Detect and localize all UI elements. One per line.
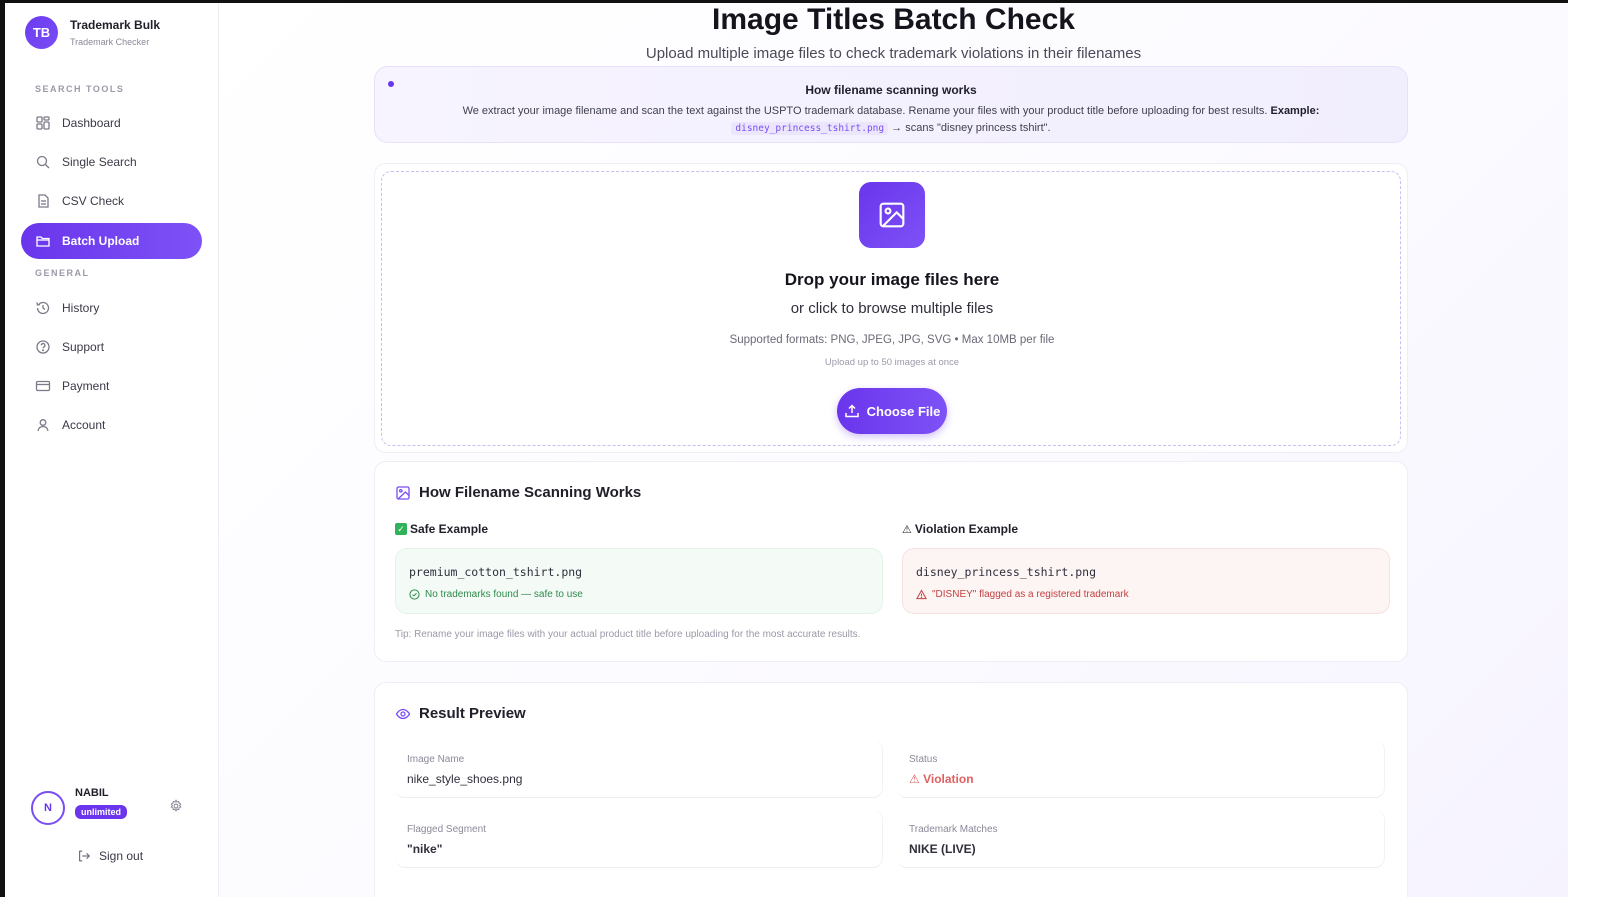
trademark-matches-label: Trademark Matches [909,824,998,835]
folder-icon [36,236,50,247]
trademark-matches-value: NIKE (LIVE) [909,842,976,856]
sidebar-item-label: Batch Upload [62,234,140,248]
avatar: N [31,791,65,825]
check-circle-icon [409,589,420,600]
dropzone-card: Drop your image files here or click to b… [374,163,1408,453]
sidebar-item-label: CSV Check [62,194,125,208]
info-title: How filename scanning works [805,83,977,97]
info-description: We extract your image filename and scan … [462,105,1268,117]
choose-file-label: Choose File [866,403,941,419]
check-box-icon: ✓ [395,523,407,535]
history-icon [36,301,50,315]
violation-example-box: disney_princess_tshirt.png "DISNEY" flag… [902,548,1390,614]
eye-icon [395,708,411,719]
how-it-works-header: How Filename Scanning Works [395,484,641,501]
sidebar-item-account[interactable]: Account [21,407,202,443]
sidebar-item-label: History [62,301,100,315]
info-text: We extract your image filename and scan … [375,103,1407,137]
image-name-label: Image Name [407,754,465,765]
main-content: Image Titles Batch Check Upload multiple… [219,3,1568,897]
sidebar-item-label: Dashboard [62,116,121,130]
result-preview-card: Result Preview Image Name nike_style_sho… [374,682,1408,897]
sidebar-item-dashboard[interactable]: Dashboard [21,105,202,141]
image-icon [396,485,410,500]
sidebar-item-single-search[interactable]: Single Search [21,144,202,180]
info-example-code: disney_princess_tshirt.png [731,122,889,135]
status-label: Status [909,754,938,765]
trademark-matches-field: Trademark Matches NIKE (LIVE) [897,810,1385,868]
sidebar-item-csv-check[interactable]: CSV Check [21,183,202,219]
status-field: Status ⚠ Violation [897,740,1385,798]
flagged-segment-value: "nike" [407,842,443,856]
user-icon [37,419,49,432]
supported-formats: Supported formats: PNG, JPEG, JPG, SVG •… [729,334,1055,346]
credit-card-icon [35,380,51,392]
brand-logo: TB [25,16,58,49]
choose-file-button[interactable]: Choose File [837,388,947,434]
safe-example-box: premium_cotton_tshirt.png No trademarks … [395,548,883,614]
sidebar-item-batch-upload[interactable]: Batch Upload [21,223,202,259]
violation-example-label: ⚠ Violation Example [902,522,1019,536]
upload-limit: Upload up to 50 images at once [824,357,960,368]
grid-icon [36,116,50,130]
result-preview-header: Result Preview [395,705,526,722]
info-example-result: → scans "disney princess tshirt". [891,122,1051,134]
image-name-value: nike_style_shoes.png [407,772,523,786]
user-profile[interactable]: N NABIL unlimited [31,787,127,825]
sidebar-item-label: Single Search [62,155,137,169]
tip-text: Tip: Rename your image files with your a… [395,629,861,640]
violation-example-filename: disney_princess_tshirt.png [916,565,1097,579]
page-subtitle: Upload multiple image files to check tra… [645,45,1142,62]
info-dot-icon [388,81,394,87]
image-icon [859,182,925,248]
sidebar-item-label: Payment [62,379,110,393]
status-badge: ⚠ Violation [909,772,974,786]
right-gutter [1568,0,1600,897]
help-circle-icon [36,340,50,354]
sidebar-item-support[interactable]: Support [21,329,202,365]
how-it-works-title: How Filename Scanning Works [419,484,642,501]
violation-example-note: "DISNEY" flagged as a registered tradema… [916,589,1129,600]
sign-out-button[interactable]: Sign out [77,849,143,863]
info-example-label: Example: [1270,105,1320,117]
warning-icon: ⚠ [902,523,912,536]
section-label-general: GENERAL [35,268,90,278]
dropzone-subtitle: or click to browse multiple files [790,300,994,317]
document-icon [38,194,49,208]
sign-out-icon [79,850,91,862]
how-it-works-card: How Filename Scanning Works ✓ Safe Examp… [374,461,1408,662]
search-icon [36,155,50,169]
section-label-search-tools: SEARCH TOOLS [35,84,125,94]
upload-icon [844,404,859,418]
safe-example-note: No trademarks found — safe to use [409,589,583,600]
flagged-segment-field: Flagged Segment "nike" [395,810,883,868]
brand[interactable]: TB Trademark Bulk Trademark Checker [25,16,160,49]
page-title: Image Titles Batch Check [712,3,1075,36]
image-name-field: Image Name nike_style_shoes.png [395,740,883,798]
dropzone[interactable]: Drop your image files here or click to b… [381,171,1401,446]
user-name: NABIL [75,787,109,799]
brand-subtitle: Trademark Checker [70,37,150,47]
result-preview-title: Result Preview [419,705,526,722]
sidebar-item-label: Account [62,418,106,432]
safe-example-filename: premium_cotton_tshirt.png [409,565,583,579]
safe-example-label: ✓ Safe Example [395,522,488,536]
sidebar-item-history[interactable]: History [21,290,202,326]
plan-badge: unlimited [75,805,127,819]
sidebar-item-label: Support [62,340,105,354]
sidebar: TB Trademark Bulk Trademark Checker SEAR… [5,3,219,897]
sidebar-item-payment[interactable]: Payment [21,368,202,404]
gear-icon[interactable] [169,799,183,813]
sign-out-label: Sign out [99,849,144,863]
alert-triangle-icon [916,589,927,600]
brand-name: Trademark Bulk [70,18,161,32]
flagged-segment-label: Flagged Segment [407,824,486,835]
dropzone-title: Drop your image files here [784,270,1000,289]
info-banner: How filename scanning works We extract y… [374,66,1408,143]
